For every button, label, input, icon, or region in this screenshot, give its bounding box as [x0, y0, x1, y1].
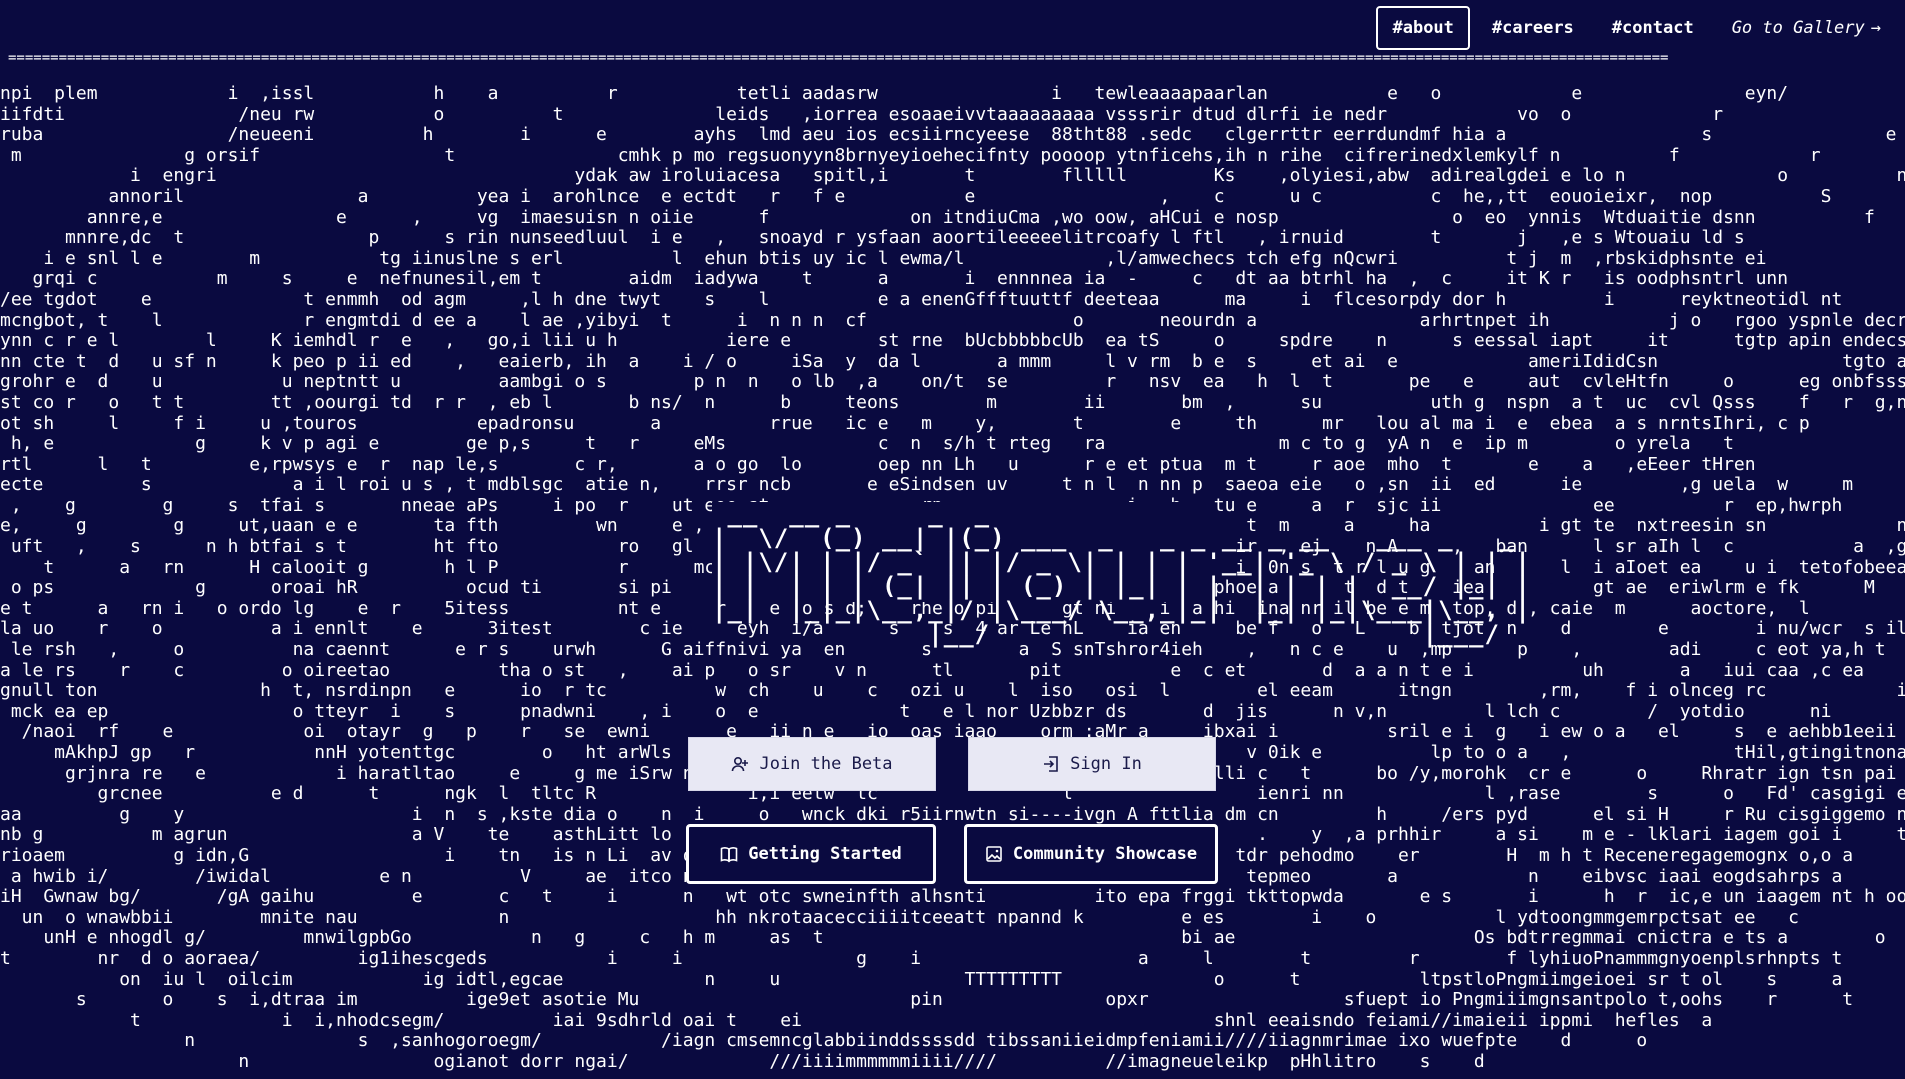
community-showcase-label: Community Showcase	[1012, 844, 1198, 864]
nav-careers-link[interactable]: #careers	[1476, 6, 1590, 50]
join-beta-button[interactable]: Join the Beta	[688, 737, 936, 791]
background-text-line: annre,e e , vg imaesuisn n oiie f on itn…	[0, 206, 1905, 228]
background-text-line: m g orsif t cmhk p mo regsuonyyn8brnyeyi…	[0, 144, 1821, 166]
top-nav: #about #careers #contact Go to Gallery →	[1376, 6, 1897, 50]
background-text-line: ot sh l f i u ,touros epadronsu a rrue i…	[0, 412, 1810, 434]
background-text-line: st co r o t t tt ,oourgi td r r , eb l b…	[0, 391, 1905, 413]
book-icon	[720, 845, 738, 863]
background-text-line: ruba /neueeni h i e ayhs lmd aeu ios ecs…	[0, 124, 1897, 146]
image-icon	[985, 845, 1003, 863]
secondary-actions: Getting Started Community Showcase	[686, 824, 1218, 884]
background-text-line: unH e nhogdl g/ mnwilgpbGo n g c h m as …	[0, 927, 1905, 949]
logo: __ __ _ _ _ | \/ (_) __| |(_) ___ _ _ _ …	[712, 502, 1530, 646]
background-text-line: ynn c r e l l K iemhdl r e , go,i lii u …	[0, 330, 1905, 352]
getting-started-button[interactable]: Getting Started	[686, 824, 936, 884]
arrow-right-icon: →	[1870, 18, 1881, 38]
background-text-line: annoril a yea i arohlnce e ectdt r f e e…	[0, 185, 1832, 207]
sign-in-label: Sign In	[1070, 754, 1142, 774]
background-text-line: grqi c m s e nefnunesil,em t aidm iadywa…	[0, 268, 1789, 290]
background-text-line: grohr e d u u neptntt u aambgi o s p n n…	[0, 371, 1905, 393]
background-text-line: iifdti /neu rw o t leids ,iorrea esoaaei…	[0, 103, 1905, 125]
user-plus-icon	[731, 755, 749, 773]
background-text-line: npi plem i ,issl h a r tetli aadasrw i t…	[0, 84, 1789, 104]
background-text-line: i engri ydak aw iroluiacesa spitl,i t fl…	[0, 165, 1905, 187]
getting-started-label: Getting Started	[748, 844, 902, 864]
background-text-line: n s ,sanhogoroegm/ /iagn cmsemncglabbiin…	[0, 1030, 1648, 1052]
background-text-line: /ee tgdot e t enmmh od agm ,l h dne twyt…	[0, 288, 1905, 310]
background-text-line: a le rs r c o oireetao tha o st , ai p o…	[0, 659, 1864, 681]
nav-about-link[interactable]: #about	[1376, 6, 1470, 50]
header-divider: ========================================…	[8, 50, 1669, 66]
background-text-line: iH Gwnaw bg/ /gA gaihu e c t i n wt otc …	[0, 886, 1905, 908]
background-text-line: on iu l oilcim ig idtl,egcae n u TTTTTTT…	[0, 968, 1843, 990]
sign-in-button[interactable]: Sign In	[968, 737, 1216, 791]
background-text-line: mnnre,dc t p s rin nunseedluul i e , sno…	[0, 227, 1745, 249]
background-text-line: n ogianot dorr ngai/ ///iiiimmmmmmiiii//…	[0, 1050, 1485, 1072]
primary-actions: Join the Beta Sign In	[688, 737, 1216, 791]
community-showcase-button[interactable]: Community Showcase	[964, 824, 1218, 884]
background-text-line: ecte s a i l roi u s , t mdblsgc atie n,…	[0, 474, 1854, 496]
background-text-line: gnull ton h t, nsrdinpn e io r tc w ch u…	[0, 680, 1905, 702]
background-text-line: aa g y i n s ,kste dia o n i o wnck dki …	[0, 803, 1905, 825]
background-text-line: nn cte t d u sf n k peo p ii ed , eaierb…	[0, 350, 1905, 372]
join-beta-label: Join the Beta	[759, 754, 893, 774]
sign-in-icon	[1042, 755, 1060, 773]
background-text-line: mck ea ep o tteyr i s pnadwni , i o e t …	[10, 700, 1832, 722]
background-text-line: i e snl l e m tg iinuslne s erl l ehun b…	[0, 247, 1905, 269]
background-text-line: un o wnawbbii mnite nau n hh nkrotaacecc…	[0, 906, 1799, 928]
nav-contact-link[interactable]: #contact	[1596, 6, 1710, 50]
background-text-line: h, e g k v p agi e ge p,s t r eMs c n s/…	[0, 433, 1905, 455]
background-text-line: t i i,nhodcsegm/ iai 9sdhrld oai t ei sh…	[0, 1009, 1713, 1031]
background-text-line: t nr d o aoraea/ ig1ihescgeds i i g i a …	[0, 947, 1905, 969]
gallery-link-label: Go to Gallery	[1731, 18, 1865, 38]
background-text-line: s o s i,dtraa im ige9et asotie Mu pin op…	[0, 989, 1905, 1011]
midjourney-ascii-logo: __ __ _ _ _ | \/ (_) __| |(_) ___ _ _ _ …	[712, 500, 1531, 648]
nav-gallery-link[interactable]: Go to Gallery →	[1716, 6, 1897, 50]
background-text-line: mcngbot, t l r engmtdi d ee a l ae ,yiby…	[0, 309, 1905, 331]
background-text-line: rtl l t e,rpwsys e r nap le,s c r, a o g…	[0, 453, 1905, 475]
